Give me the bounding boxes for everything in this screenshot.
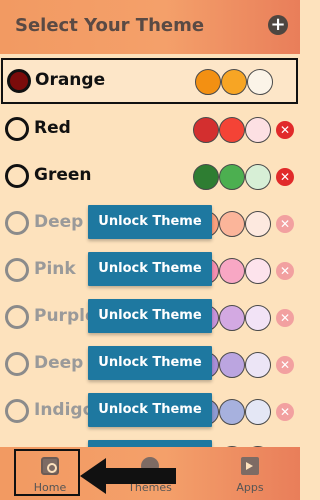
delete-theme-icon[interactable]: ✕ <box>276 262 294 280</box>
radio-selected-icon[interactable] <box>7 69 31 93</box>
swatch-light-icon <box>245 258 271 284</box>
radio-icon[interactable] <box>5 399 29 423</box>
theme-name: Indigo <box>34 400 95 420</box>
theme-row-pink[interactable]: Pink ✕ Unlock Theme <box>0 247 300 294</box>
unlock-theme-button[interactable]: Unlock Theme <box>88 346 212 380</box>
swatch-accent-icon <box>219 117 245 143</box>
radio-icon[interactable] <box>5 164 29 188</box>
highlight-frame <box>14 449 80 496</box>
swatch-primary-icon <box>193 164 219 190</box>
swatch-light-icon <box>245 211 271 237</box>
swatch-accent-icon <box>219 305 245 331</box>
page-title: Select Your Theme <box>15 15 205 36</box>
theme-row-deep-orange[interactable]: Deep O ✕ Unlock Theme <box>0 200 300 247</box>
theme-name: Orange <box>35 70 106 90</box>
unlock-theme-button[interactable]: Unlock Theme <box>88 205 212 239</box>
app-header: Select Your Theme + <box>0 0 300 54</box>
swatch-accent-icon <box>219 164 245 190</box>
theme-row-indigo[interactable]: Indigo ✕ Unlock Theme <box>0 388 300 435</box>
swatch-light-icon <box>247 69 273 95</box>
swatch-light-icon <box>245 352 271 378</box>
radio-icon[interactable] <box>5 258 29 282</box>
swatch-accent-icon <box>219 211 245 237</box>
theme-name: Red <box>34 118 71 138</box>
swatch-primary-icon <box>195 69 221 95</box>
swatch-light-icon <box>245 399 271 425</box>
swatch-light-icon <box>245 164 271 190</box>
radio-icon[interactable] <box>5 211 29 235</box>
swatch-accent-icon <box>221 69 247 95</box>
swatch-accent-icon <box>219 399 245 425</box>
delete-theme-icon[interactable]: ✕ <box>276 121 294 139</box>
delete-theme-icon[interactable]: ✕ <box>276 356 294 374</box>
swatch-accent-icon <box>219 258 245 284</box>
radio-icon[interactable] <box>5 352 29 376</box>
theme-row-red[interactable]: Red ✕ <box>0 106 300 153</box>
swatch-primary-icon <box>193 117 219 143</box>
radio-icon[interactable] <box>5 305 29 329</box>
pointer-arrow-icon <box>80 458 176 494</box>
nav-apps[interactable]: Apps <box>210 447 290 500</box>
swatch-light-icon <box>245 117 271 143</box>
delete-theme-icon[interactable]: ✕ <box>276 168 294 186</box>
store-icon <box>241 457 259 475</box>
nav-label: Apps <box>236 481 264 494</box>
theme-row-green[interactable]: Green ✕ <box>0 153 300 200</box>
unlock-theme-button[interactable]: Unlock Theme <box>88 393 212 427</box>
swatch-accent-icon <box>219 352 245 378</box>
unlock-theme-button[interactable]: Unlock Theme <box>88 299 212 333</box>
delete-theme-icon[interactable]: ✕ <box>276 215 294 233</box>
theme-row-purple[interactable]: Purple ✕ Unlock Theme <box>0 294 300 341</box>
radio-icon[interactable] <box>5 117 29 141</box>
add-theme-button[interactable]: + <box>268 15 288 35</box>
unlock-theme-button[interactable]: Unlock Theme <box>88 252 212 286</box>
swatch-light-icon <box>245 305 271 331</box>
theme-row-deep-purple[interactable]: Deep P ✕ Unlock Theme <box>0 341 300 388</box>
delete-theme-icon[interactable]: ✕ <box>276 403 294 421</box>
delete-theme-icon[interactable]: ✕ <box>276 309 294 327</box>
theme-row-orange[interactable]: Orange <box>1 58 298 104</box>
theme-name: Pink <box>34 259 76 279</box>
theme-name: Green <box>34 165 92 185</box>
